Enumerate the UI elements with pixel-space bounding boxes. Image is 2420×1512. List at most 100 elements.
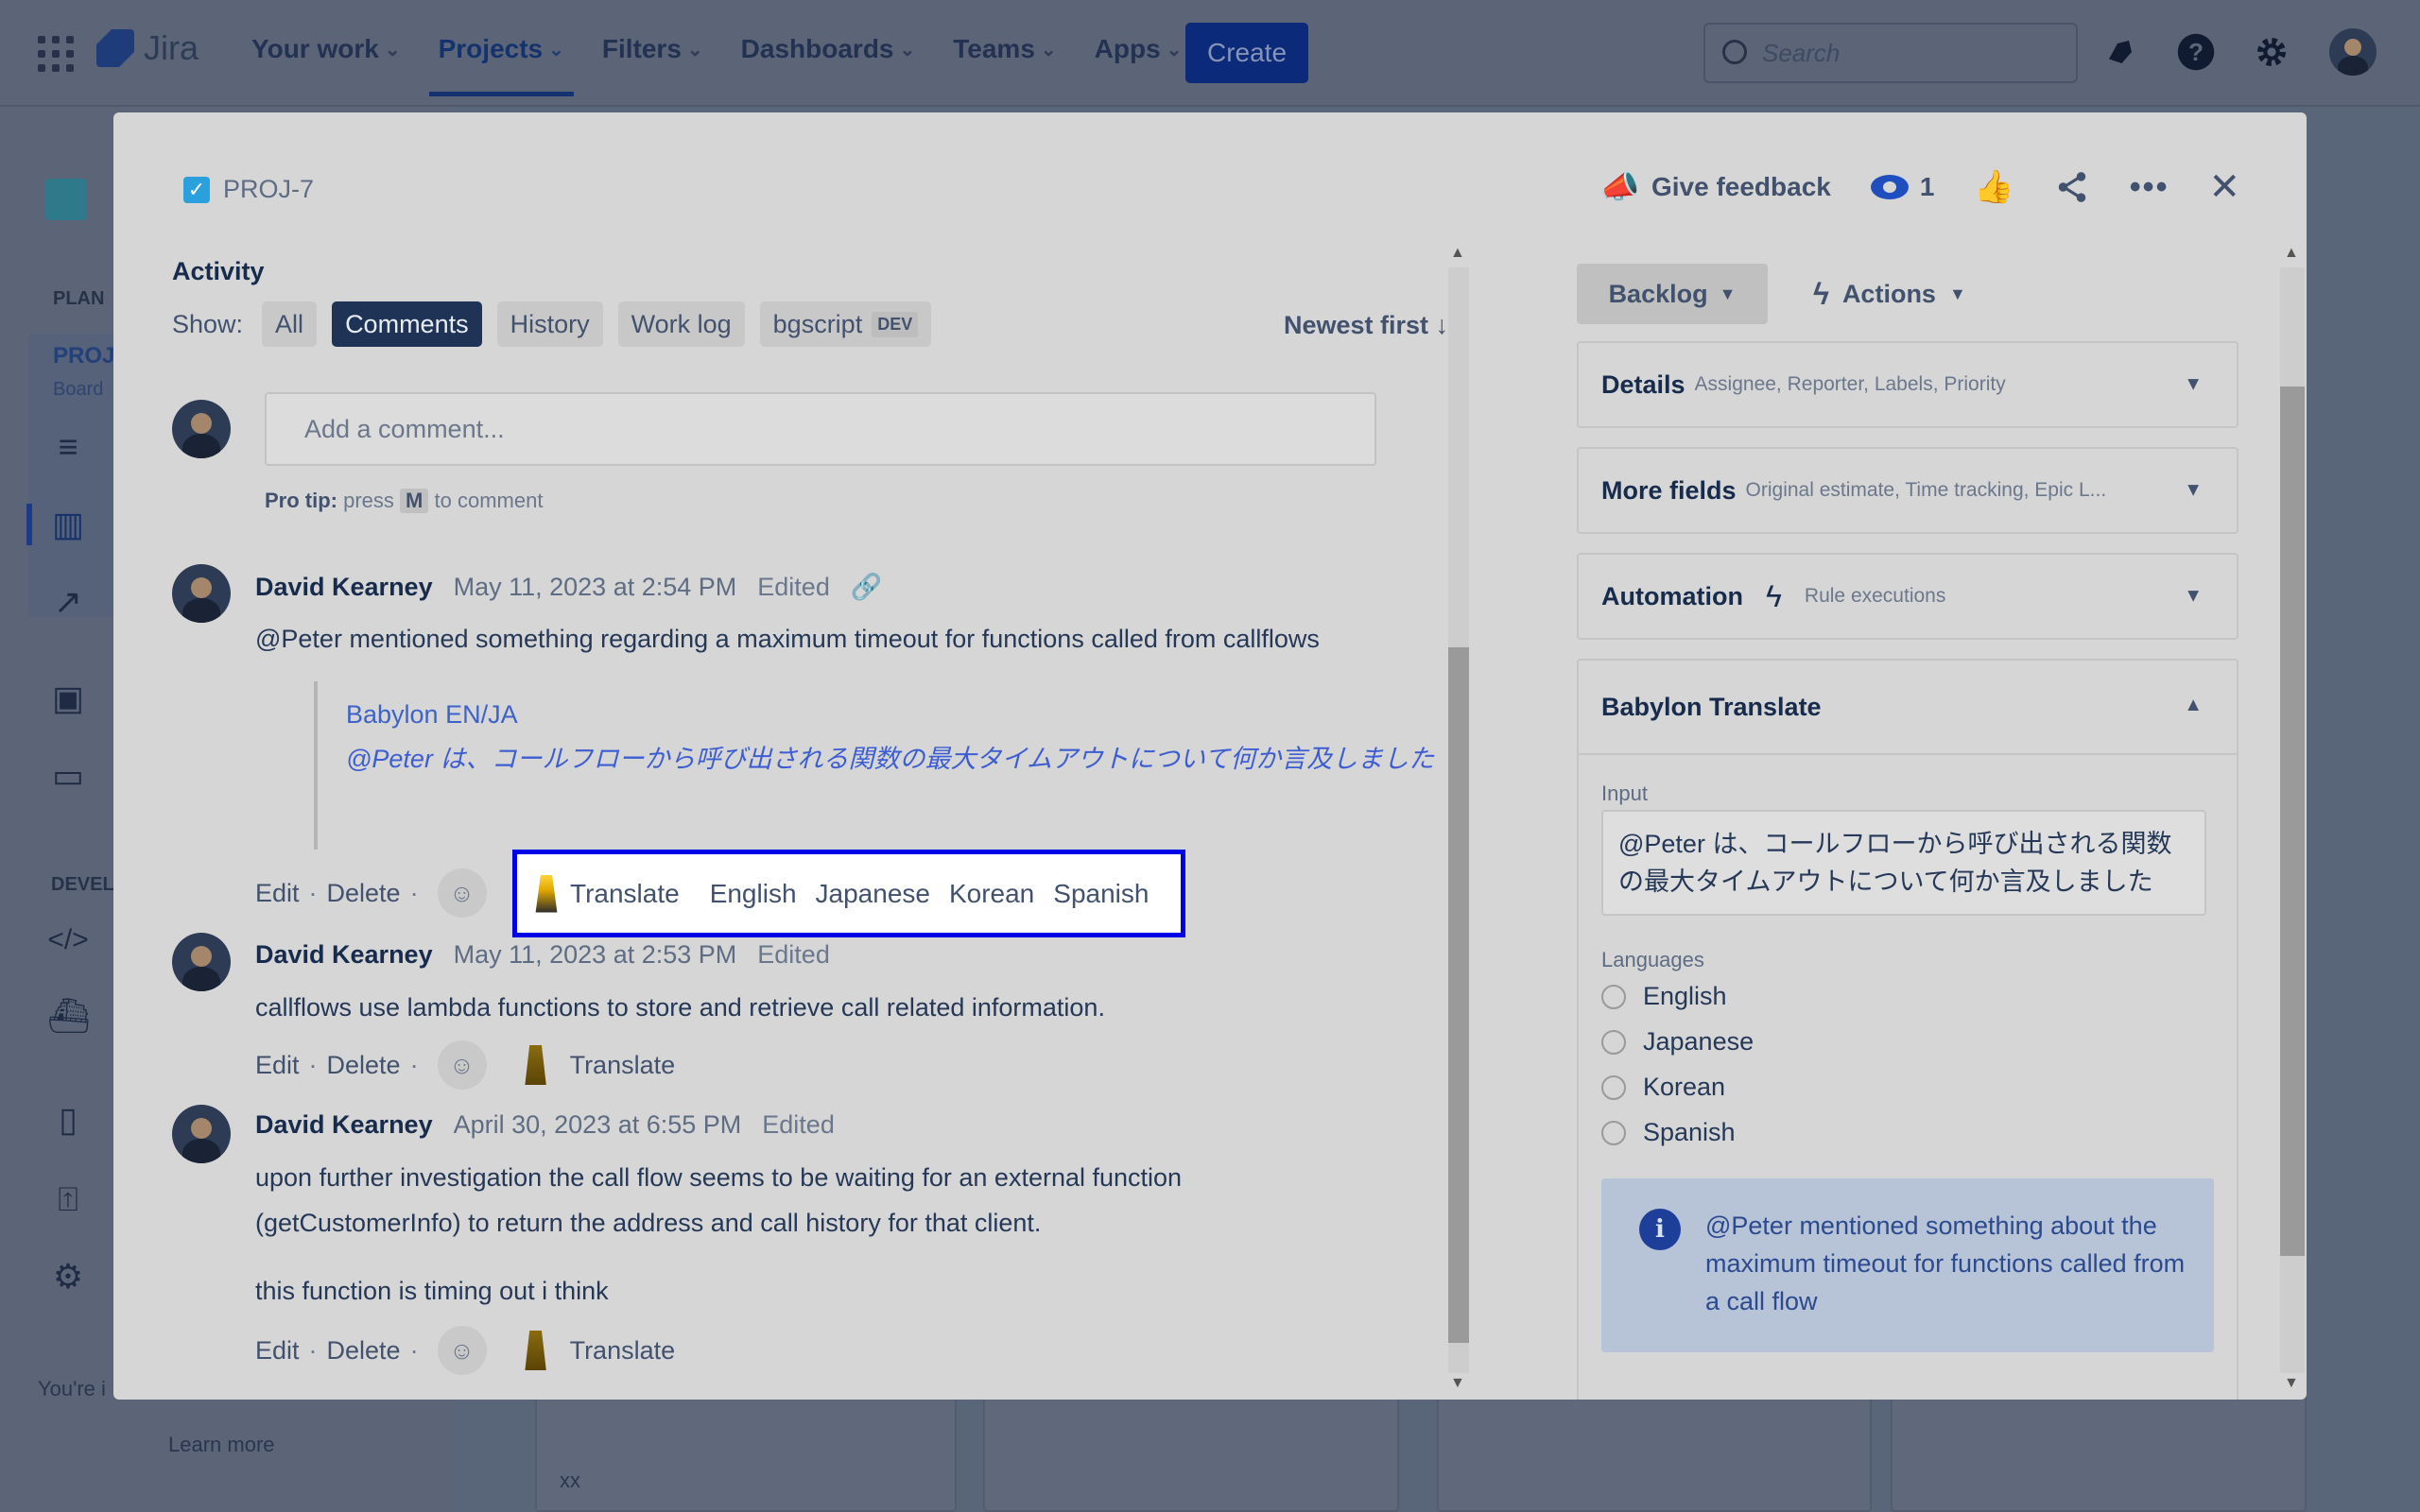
app-switcher-icon[interactable] — [38, 36, 74, 72]
nav-teams[interactable]: Teams ⌄ — [953, 34, 1056, 93]
activity-scrollbar[interactable]: ▲ ▼ — [1437, 245, 1471, 1398]
panel-title: Details — [1601, 369, 1685, 399]
link-icon[interactable]: 🔗 — [851, 572, 883, 602]
nav-label: Filters — [601, 34, 682, 63]
translate-korean-option[interactable]: Korean — [949, 879, 1034, 909]
translate-japanese-option[interactable]: Japanese — [816, 879, 930, 909]
help-icon[interactable]: ? — [2172, 28, 2220, 76]
project-type: Board — [53, 379, 104, 400]
comment-timestamp[interactable]: May 11, 2023 at 2:54 PM — [454, 573, 737, 602]
timeline-icon[interactable]: ≡ — [47, 426, 89, 468]
language-option-english[interactable]: English — [1601, 982, 1727, 1011]
details-panel[interactable]: Details Assignee, Reporter, Labels, Prio… — [1577, 341, 2238, 428]
delete-comment-link[interactable]: Delete — [327, 1051, 401, 1080]
filter-history[interactable]: History — [496, 301, 603, 347]
translate-spanish-option[interactable]: Spanish — [1053, 879, 1149, 909]
add-comment-input[interactable]: Add a comment... — [265, 392, 1376, 466]
actions-dropdown[interactable]: ϟ Actions ▼ — [1813, 264, 1966, 324]
comment-body-line: upon further investigation the call flow… — [255, 1163, 1183, 1192]
comment-author[interactable]: David Kearney — [255, 1110, 433, 1140]
comment-body: callflows use lambda functions to store … — [255, 993, 1105, 1022]
scroll-down-icon[interactable]: ▼ — [2284, 1375, 2299, 1392]
language-option-spanish[interactable]: Spanish — [1601, 1118, 1736, 1147]
translate-input-field[interactable]: @Peter は、コールフローから呼び出される関数の最大タイムアウトについて何か… — [1601, 810, 2206, 916]
chevron-down-icon: ⌄ — [686, 39, 703, 60]
search-input[interactable]: Search — [1703, 23, 2078, 83]
scroll-up-icon[interactable]: ▲ — [1450, 245, 1465, 262]
status-dropdown[interactable]: Backlog ▼ — [1577, 264, 1768, 324]
add-reaction-icon[interactable]: ☺ — [437, 868, 487, 918]
profile-avatar[interactable] — [2329, 28, 2377, 76]
babylon-panel-header[interactable]: Babylon Translate ▲ — [1579, 661, 2237, 755]
radio-button[interactable] — [1601, 1120, 1626, 1145]
quote-title: Babylon EN/JA — [346, 700, 518, 729]
releases-icon[interactable]: ⛴ — [47, 995, 91, 1037]
create-button[interactable]: Create — [1185, 23, 1308, 83]
filter-comments[interactable]: Comments — [332, 301, 482, 347]
filter-bgscript[interactable]: bgscript DEV — [759, 301, 932, 347]
translate-button[interactable]: Translate — [570, 1051, 676, 1080]
comment-body-line: (getCustomerInfo) to return the address … — [255, 1209, 1042, 1237]
jira-logo[interactable]: Jira — [96, 28, 199, 68]
details-scrollbar[interactable]: ▲ ▼ — [2273, 245, 2307, 1398]
scroll-down-icon[interactable]: ▼ — [1450, 1375, 1465, 1392]
add-reaction-icon[interactable]: ☺ — [437, 1040, 487, 1090]
filter-work-log[interactable]: Work log — [617, 301, 745, 347]
comment-timestamp[interactable]: April 30, 2023 at 6:55 PM — [454, 1110, 742, 1140]
background-card: xx — [535, 1389, 957, 1512]
issues-icon[interactable]: ▣ — [47, 678, 89, 719]
edit-comment-link[interactable]: Edit — [255, 1336, 300, 1366]
learn-more-link[interactable]: Learn more — [168, 1433, 275, 1457]
pro-tip: Pro tip: press M to comment — [265, 489, 543, 513]
add-comment-placeholder: Add a comment... — [304, 414, 505, 443]
radio-button[interactable] — [1601, 984, 1626, 1009]
code-icon[interactable]: </> — [47, 919, 89, 961]
translate-english-option[interactable]: English — [710, 879, 797, 909]
radio-button[interactable] — [1601, 1029, 1626, 1055]
scroll-up-icon[interactable]: ▲ — [2284, 245, 2299, 262]
chevron-down-icon: ▼ — [2184, 479, 2203, 501]
comment-author-avatar — [172, 564, 231, 623]
nav-dashboards[interactable]: Dashboards ⌄ — [741, 34, 916, 93]
delete-comment-link[interactable]: Delete — [327, 1336, 401, 1366]
keyboard-key: M — [400, 489, 429, 513]
notifications-icon[interactable] — [2097, 28, 2144, 76]
delete-comment-link[interactable]: Delete — [327, 879, 401, 908]
language-option-korean[interactable]: Korean — [1601, 1073, 1725, 1102]
nav-your-work[interactable]: Your work ⌄ — [251, 34, 401, 93]
add-shortcut-icon[interactable]: ⍐ — [47, 1178, 89, 1220]
settings-icon[interactable] — [2248, 28, 2295, 76]
language-option-japanese[interactable]: Japanese — [1601, 1027, 1754, 1057]
calendar-icon[interactable]: ▭ — [47, 755, 89, 797]
more-fields-panel[interactable]: More fields Original estimate, Time trac… — [1577, 447, 2238, 534]
project-settings-icon[interactable]: ⚙ — [47, 1256, 89, 1297]
project-avatar[interactable] — [45, 179, 87, 220]
edit-comment-link[interactable]: Edit — [255, 1051, 300, 1080]
panel-title: Babylon Translate — [1601, 692, 1822, 721]
radio-button[interactable] — [1601, 1074, 1626, 1100]
automation-panel[interactable]: Automation ϟ Rule executions ▼ — [1577, 553, 2238, 640]
babylon-tower-icon — [535, 874, 558, 913]
filter-all[interactable]: All — [262, 301, 318, 347]
scroll-thumb[interactable] — [1448, 647, 1469, 1343]
comment-author-avatar — [172, 1105, 231, 1163]
pages-icon[interactable]: ▯ — [47, 1099, 89, 1141]
quote-body: @Peter は、コールフローから呼び出される関数の最大タイムアウトについて何か… — [346, 745, 1435, 773]
comment-timestamp[interactable]: May 11, 2023 at 2:53 PM — [454, 940, 737, 970]
project-name[interactable]: PROJ — [53, 343, 114, 369]
translate-menu-title[interactable]: Translate — [532, 874, 680, 913]
translate-button[interactable]: Translate — [570, 1336, 676, 1366]
add-reaction-icon[interactable]: ☺ — [437, 1326, 487, 1375]
comment-author[interactable]: David Kearney — [255, 573, 433, 602]
reports-icon[interactable]: ↗ — [47, 581, 89, 623]
nav-apps[interactable]: Apps ⌄ — [1095, 34, 1183, 93]
scroll-thumb[interactable] — [2280, 387, 2305, 1256]
comment-author[interactable]: David Kearney — [255, 940, 433, 970]
chevron-down-icon: ⌄ — [548, 39, 564, 60]
edit-comment-link[interactable]: Edit — [255, 879, 300, 908]
nav-projects[interactable]: Projects ⌄ — [428, 34, 575, 96]
nav-filters[interactable]: Filters ⌄ — [602, 34, 703, 93]
comment-header: David Kearney April 30, 2023 at 6:55 PM … — [255, 1110, 835, 1140]
project-sidebar: PLAN PROJ Board ≡ ▥ ↗ ▣ ▭ DEVEL </> ⛴ ▯ … — [0, 107, 132, 1512]
board-icon[interactable]: ▥ — [47, 504, 89, 545]
